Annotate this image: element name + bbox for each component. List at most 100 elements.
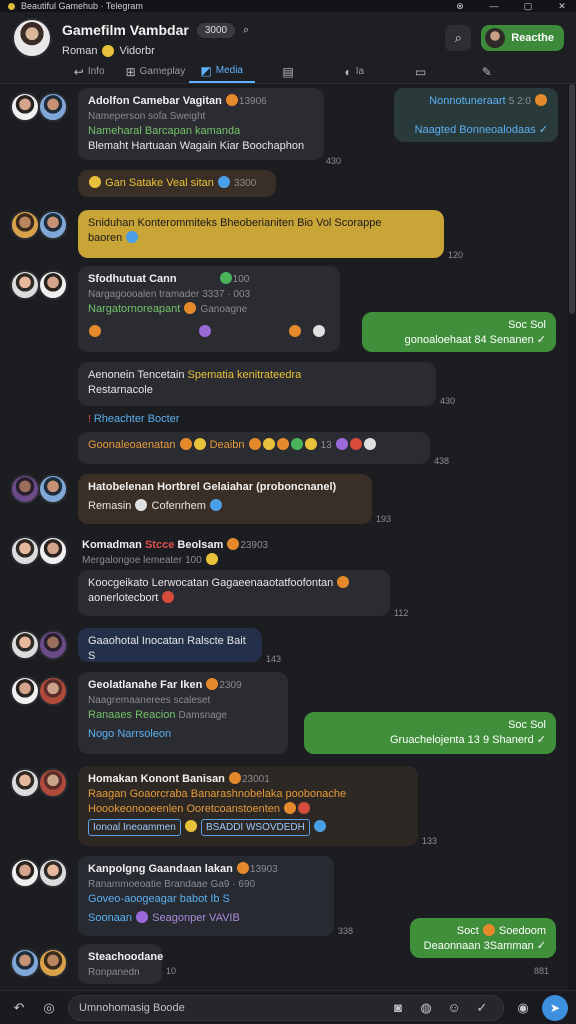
message-bubble[interactable]: Goonaleoaenatan Deaibn 13 — [78, 432, 430, 464]
message-bubble[interactable]: Steachoodane Ronpanedn — [78, 944, 163, 984]
sender-name[interactable]: Homakan Konont Banisan — [88, 773, 225, 785]
link-text[interactable]: Rheachter Bocter — [94, 413, 180, 425]
message-time: 120 — [448, 250, 464, 260]
tab-info[interactable]: ↩ Info — [56, 60, 122, 83]
message-bubble[interactable]: Adolfon Camebar Vagitan 13906 Nameperson… — [78, 88, 324, 160]
avatar[interactable] — [10, 948, 40, 978]
message-list[interactable]: Adolfon Camebar Vagitan 13906 Nameperson… — [0, 84, 568, 990]
message-bubble[interactable]: Gan Satake Veal sitan 3300 — [78, 170, 276, 197]
sender-name-extra: Beolsam — [177, 539, 224, 551]
sender-avatars[interactable] — [10, 676, 68, 706]
avatar[interactable] — [38, 270, 68, 300]
tab-media[interactable]: ◩ Media — [188, 60, 255, 83]
sender-avatars[interactable] — [10, 536, 68, 566]
chat-avatar[interactable] — [12, 18, 52, 58]
message-bubble[interactable]: Hatobelenan Hortbrel Gelaiahar (proboncn… — [78, 474, 372, 524]
sender-avatars[interactable] — [10, 270, 68, 300]
avatar[interactable] — [38, 210, 68, 240]
avatar[interactable] — [38, 92, 68, 122]
message-header[interactable]: Komadman Stcce Beolsam 23903 Mergalongoe… — [78, 534, 318, 572]
sender-name[interactable]: Adolfon Camebar Vagitan — [88, 95, 222, 107]
sender-name[interactable]: Komadman — [82, 539, 142, 551]
message-bubble[interactable]: Geolatlanahe Far Iken 2309 Naagremaanere… — [78, 672, 288, 754]
avatar[interactable] — [38, 858, 68, 888]
tab-screen[interactable]: ▭ — [387, 60, 453, 83]
sender-avatars[interactable] — [10, 474, 68, 504]
timer-icon[interactable]: ◉ — [512, 997, 534, 1019]
emoji-icon — [227, 538, 240, 550]
scrollbar[interactable] — [568, 84, 576, 990]
message-bubble[interactable]: Gaaohotal Inocatan Ralscte Bait S — [78, 628, 262, 662]
sender-name[interactable]: Steachoodane — [88, 950, 163, 965]
search-button[interactable]: ⌕ — [445, 25, 472, 51]
tab-gameplay[interactable]: ⊞ Gameplay — [122, 60, 188, 83]
avatar[interactable] — [38, 474, 68, 504]
send-button[interactable]: ➤ — [542, 994, 568, 1021]
tab-files[interactable]: ▤ — [255, 60, 321, 83]
attach-icon[interactable]: ◎ — [38, 997, 60, 1019]
sender-name[interactable]: Hatobelenan — [88, 481, 154, 493]
message-line: Ranaaes Reacion — [88, 709, 176, 721]
link-chip[interactable]: Ionoal Ineoammen — [88, 819, 181, 836]
avatar[interactable] — [38, 948, 68, 978]
back-arrow-icon[interactable]: ↶ — [8, 997, 30, 1019]
outgoing-message[interactable]: Soc Sol Gruachelojenta 13 9 Shanerd ✓ — [304, 712, 556, 754]
avatar[interactable] — [10, 676, 40, 706]
message-bubble[interactable]: Nonnotuneraart 5 2:0 Naagted Bonneoaloda… — [394, 88, 558, 142]
message-text: Koocgeikato Lerwocatan Gagaeenaaotatfoof… — [88, 577, 334, 589]
emoji-icon — [210, 499, 223, 511]
avatar[interactable] — [10, 858, 40, 888]
avatar[interactable] — [38, 536, 68, 566]
message-bubble[interactable]: Sniduhan Konterommiteks Bheoberianiten B… — [78, 210, 444, 258]
message-bubble[interactable]: Koocgeikato Lerwocatan Gagaeenaaotatfoof… — [78, 570, 390, 616]
sender-avatars[interactable] — [10, 630, 68, 660]
link-chip[interactable]: BSADDI WSOVDEDH — [200, 819, 310, 836]
pin-icon[interactable]: ⊗ — [454, 1, 466, 12]
search-small-icon[interactable]: ⌕ — [235, 19, 257, 41]
sender-avatars[interactable] — [10, 210, 68, 240]
message-text: Deaibn — [209, 439, 245, 451]
sender-avatars[interactable] — [10, 948, 68, 978]
sender-name[interactable]: Geolatlanahe Far Iken — [88, 679, 202, 691]
outgoing-message[interactable]: Soc Sol gonoaloehaat 84 Senanen ✓ — [362, 312, 556, 352]
avatar[interactable] — [10, 630, 40, 660]
sender-avatars[interactable] — [10, 92, 68, 122]
avatar[interactable] — [10, 768, 40, 798]
message-bubble[interactable]: Kanpolgng Gaandaan lakan 13903 Ranammoeo… — [78, 856, 334, 936]
avatar[interactable] — [38, 768, 68, 798]
member-count-pill[interactable]: 3000 — [196, 22, 236, 38]
maximize-icon[interactable]: ▢ — [522, 1, 534, 12]
message-bubble[interactable]: Sfodhutuat Cann 100 Nargagoooalen tramad… — [78, 266, 340, 352]
message-line: Mergalongoe lemeater — [82, 555, 183, 566]
avatar[interactable] — [38, 676, 68, 706]
sender-avatars[interactable] — [10, 768, 68, 798]
tab-links[interactable]: ◐ Ia — [321, 60, 387, 83]
avatar[interactable] — [10, 210, 40, 240]
message-text: Gan Satake Veal sitan — [105, 177, 214, 189]
profile-button[interactable]: Reacthe — [481, 25, 564, 51]
camera-icon[interactable]: ◙ — [387, 997, 409, 1019]
close-icon[interactable]: ✕ — [556, 1, 568, 12]
message-input[interactable]: Umnohomasig Boode ◙ ◍ ☺ ✓ — [68, 994, 504, 1021]
message-bubble[interactable]: Aenonein Tencetain Spematia kenitrateedr… — [78, 362, 436, 406]
sender-name[interactable]: Kanpolgng Gaandaan lakan — [88, 863, 233, 875]
sender-avatars[interactable] — [10, 858, 68, 888]
avatar[interactable] — [10, 536, 40, 566]
chat-header: Gamefilm Vambdar 3000 ⌕ Roman Vidorbr ⌕ … — [0, 12, 576, 64]
avatar[interactable] — [10, 474, 40, 504]
avatar[interactable] — [10, 270, 40, 300]
scrollbar-thumb[interactable] — [569, 84, 575, 314]
sticker-icon[interactable]: ◍ — [415, 997, 437, 1019]
outgoing-message[interactable]: Soct Soedoom Deaonnaan 3Samman ✓ — [410, 918, 556, 958]
avatar[interactable] — [38, 630, 68, 660]
link-line[interactable]: ! Rheachter Bocter — [80, 410, 240, 429]
tab-edit[interactable]: ✎ — [454, 60, 520, 83]
gif-icon[interactable]: ✓ — [471, 997, 493, 1019]
minimize-icon[interactable]: — — [488, 1, 500, 12]
sender-name[interactable]: Sfodhutuat Cann — [88, 273, 177, 285]
chat-title[interactable]: Gamefilm Vambdar — [62, 22, 189, 38]
message-meta: 13903 — [249, 864, 278, 875]
message-bubble[interactable]: Homakan Konont Banisan 23001 Raagan Goao… — [78, 766, 418, 846]
avatar[interactable] — [10, 92, 40, 122]
emoji-icon[interactable]: ☺ — [443, 997, 465, 1019]
